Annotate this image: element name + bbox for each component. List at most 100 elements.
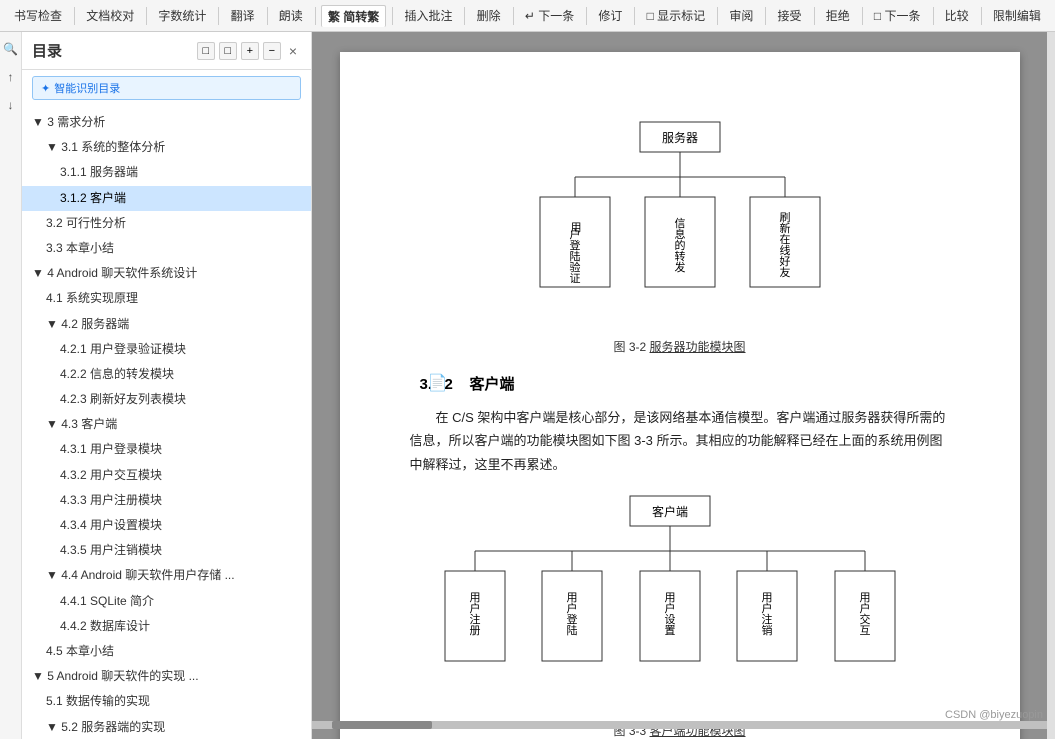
- toc-item-4.4.1[interactable]: 4.4.1 SQLite 简介: [22, 589, 311, 614]
- nav-up-icon[interactable]: ↑: [2, 68, 20, 86]
- toc-item-4.2.1[interactable]: 4.2.1 用户登录验证模块: [22, 337, 311, 362]
- svg-text:户: 户: [469, 601, 480, 615]
- toc-item-4.2.3[interactable]: 4.2.3 刷新好友列表模块: [22, 387, 311, 412]
- svg-text:服务器: 服务器: [661, 130, 697, 145]
- sidebar-title: 目录: [32, 40, 62, 61]
- toolbar-shuxie[interactable]: 书写检查: [8, 5, 68, 26]
- toolbar-langdu[interactable]: 朗读: [273, 5, 309, 26]
- fig1-caption-underline: 服务器功能模块图: [650, 340, 746, 354]
- fig1-caption: 图 3-2 服务器功能模块图: [410, 338, 950, 355]
- sidebar-ctrl-collapse[interactable]: □: [197, 42, 215, 60]
- svg-text:息: 息: [674, 227, 685, 241]
- server-org-chart: 服务器 用 户 登 陆 验 证: [520, 112, 840, 332]
- doc-paragraph1: 在 C/S 架构中客户端是核心部分，是该网络基本通信模型。客户端通过服务器获得所…: [410, 406, 950, 476]
- toc-item-5.2[interactable]: ▼ 5.2 服务器端的实现: [22, 715, 311, 739]
- toc-item-4.2.2[interactable]: 4.2.2 信息的转发模块: [22, 362, 311, 387]
- toc-item-4.4.2[interactable]: 4.4.2 数据库设计: [22, 614, 311, 639]
- section-heading-container: 📄 3.1.2 客户端: [410, 373, 950, 394]
- svg-text:册: 册: [469, 625, 480, 637]
- svg-text:的: 的: [674, 238, 685, 252]
- svg-text:好: 好: [779, 254, 790, 268]
- toc-item-3[interactable]: ▼ 3 需求分析: [22, 110, 311, 135]
- toolbar-next2[interactable]: □ 下一条: [868, 5, 927, 26]
- sidebar-controls: □ □ + − ×: [197, 42, 301, 60]
- toc-item-3.2[interactable]: 3.2 可行性分析: [22, 211, 311, 236]
- sidebar-ctrl-box[interactable]: □: [219, 42, 237, 60]
- toc-item-4.3.1[interactable]: 4.3.1 用户登录模块: [22, 437, 311, 462]
- server-chart-container: 服务器 用 户 登 陆 验 证: [410, 112, 950, 332]
- toolbar-delete[interactable]: 删除: [471, 5, 507, 26]
- toc-item-4.3.2[interactable]: 4.3.2 用户交互模块: [22, 463, 311, 488]
- nav-down-icon[interactable]: ↓: [2, 96, 20, 114]
- toolbar-compare[interactable]: 比较: [939, 5, 975, 26]
- svg-text:转: 转: [674, 249, 685, 263]
- toc-item-4.2[interactable]: ▼ 4.2 服务器端: [22, 312, 311, 337]
- toc-item-4[interactable]: ▼ 4 Android 聊天软件系统设计: [22, 261, 311, 286]
- toc-item-4.3[interactable]: ▼ 4.3 客户端: [22, 412, 311, 437]
- smart-icon: ✦: [41, 82, 50, 95]
- toc-item-4.3.4[interactable]: 4.3.4 用户设置模块: [22, 513, 311, 538]
- main-layout: 🔍 ↑ ↓ 目录 □ □ + − × ✦ 智能识别目录 ▼ 3 需求分析▼ 3.…: [0, 32, 1055, 739]
- sidebar-ctrl-plus[interactable]: +: [241, 42, 259, 60]
- toolbar-wendang[interactable]: 文档校对: [80, 5, 140, 26]
- svg-text:陆: 陆: [569, 249, 580, 263]
- toolbar-zishu[interactable]: 字数统计: [152, 5, 212, 26]
- toc-item-4.5[interactable]: 4.5 本章小结: [22, 639, 311, 664]
- toolbar-accept[interactable]: 接受: [772, 5, 808, 26]
- svg-text:登: 登: [569, 238, 580, 252]
- svg-text:线: 线: [779, 243, 790, 257]
- svg-text:登: 登: [566, 612, 577, 626]
- scrollbar-thumb-h[interactable]: [332, 721, 432, 729]
- sidebar-toc: 目录 □ □ + − × ✦ 智能识别目录 ▼ 3 需求分析▼ 3.1 系统的整…: [22, 32, 312, 739]
- svg-text:交: 交: [859, 612, 870, 626]
- sidebar-close-btn[interactable]: ×: [285, 43, 301, 59]
- comment-icon[interactable]: 📄: [428, 373, 448, 393]
- toolbar-review[interactable]: 审阅: [723, 5, 759, 26]
- svg-text:证: 证: [569, 272, 580, 285]
- right-border: [1047, 32, 1055, 739]
- svg-text:户: 户: [566, 601, 577, 615]
- toolbar-reject[interactable]: 拒绝: [820, 5, 856, 26]
- svg-text:注: 注: [469, 612, 480, 626]
- toolbar-fanyi[interactable]: 翻译: [225, 5, 261, 26]
- doc-page: 服务器 用 户 登 陆 验 证: [340, 52, 1020, 739]
- sidebar-ctrl-minus[interactable]: −: [263, 42, 281, 60]
- svg-text:陆: 陆: [566, 623, 577, 637]
- toc-item-4.3.3[interactable]: 4.3.3 用户注册模块: [22, 488, 311, 513]
- svg-text:验: 验: [569, 260, 580, 274]
- icon-strip: 🔍 ↑ ↓: [0, 32, 22, 739]
- toolbar-limit[interactable]: 限制编辑: [987, 5, 1047, 26]
- toc-item-3.3[interactable]: 3.3 本章小结: [22, 236, 311, 261]
- client-org-chart: 客户端 用 户 注 册: [440, 486, 920, 716]
- toc-item-3.1.2[interactable]: 3.1.2 客户端: [22, 186, 311, 211]
- client-chart-container: 客户端 用 户 注 册: [410, 486, 950, 716]
- search-icon[interactable]: 🔍: [2, 40, 20, 58]
- smart-toc-button[interactable]: ✦ 智能识别目录: [32, 76, 301, 100]
- section-title: 客户端: [470, 376, 515, 393]
- sidebar-header: 目录 □ □ + − ×: [22, 32, 311, 70]
- toolbar-insert-comment[interactable]: 插入批注: [398, 5, 458, 26]
- toolbar-next1[interactable]: ↵ 下一条: [519, 5, 580, 26]
- svg-text:置: 置: [664, 624, 675, 637]
- toolbar-xiuding[interactable]: 修订: [592, 5, 628, 26]
- toc-tree: ▼ 3 需求分析▼ 3.1 系统的整体分析 3.1.1 服务器端 3.1.2 客…: [22, 106, 311, 739]
- toolbar-jianfan[interactable]: 繁 简转繁: [321, 5, 386, 27]
- toolbar: 书写检查 文档校对 字数统计 翻译 朗读 繁 简转繁 插入批注 删除 ↵ 下一条…: [0, 0, 1055, 32]
- toc-item-5.1[interactable]: 5.1 数据传输的实现: [22, 689, 311, 714]
- toolbar-show-marks[interactable]: □ 显示标记: [641, 5, 712, 26]
- toc-item-4.1[interactable]: 4.1 系统实现原理: [22, 286, 311, 311]
- svg-text:新: 新: [779, 221, 790, 235]
- toc-item-4.3.5[interactable]: 4.3.5 用户注销模块: [22, 538, 311, 563]
- toc-item-4.4[interactable]: ▼ 4.4 Android 聊天软件用户存储 ...: [22, 563, 311, 588]
- svg-text:户: 户: [664, 601, 675, 615]
- section-heading: 3.1.2 客户端: [410, 373, 950, 394]
- svg-text:户: 户: [859, 601, 870, 615]
- toc-item-3.1[interactable]: ▼ 3.1 系统的整体分析: [22, 135, 311, 160]
- smart-btn-label: 智能识别目录: [54, 80, 120, 96]
- toc-item-3.1.1[interactable]: 3.1.1 服务器端: [22, 160, 311, 185]
- horizontal-scrollbar[interactable]: [312, 721, 1047, 729]
- svg-text:户: 户: [761, 601, 772, 615]
- svg-text:友: 友: [779, 265, 790, 279]
- doc-area[interactable]: 服务器 用 户 登 陆 验 证: [312, 32, 1047, 739]
- toc-item-5[interactable]: ▼ 5 Android 聊天软件的实现 ...: [22, 664, 311, 689]
